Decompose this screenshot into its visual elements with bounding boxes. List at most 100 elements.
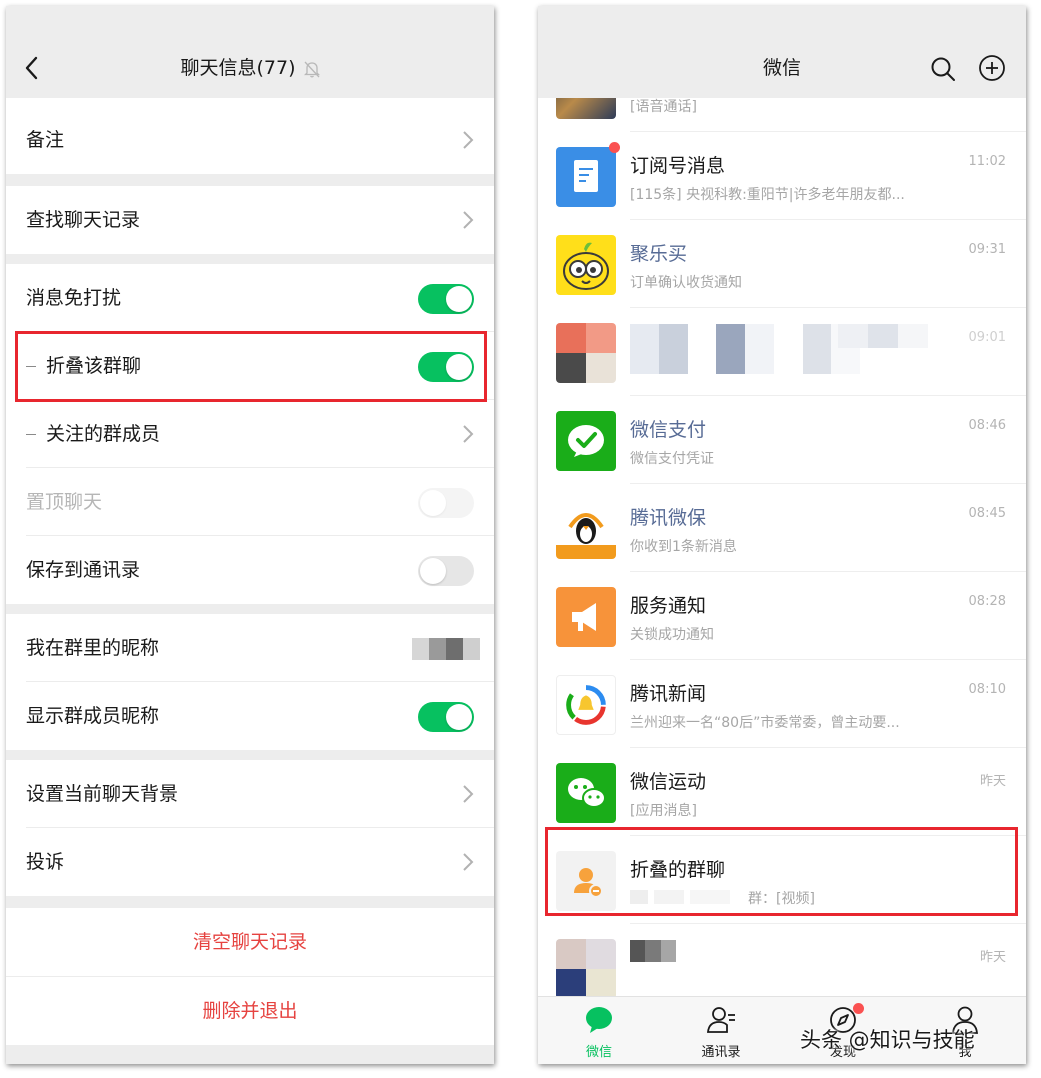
chat-settings-card: 消息免打扰 折叠该群聊 关注的群成员 置顶聊天 保存到通讯录 xyxy=(6,264,494,604)
blurred-name xyxy=(838,324,928,348)
chat-name: 腾讯新闻 xyxy=(630,683,707,705)
row-remark[interactable]: 备注 xyxy=(6,106,494,174)
chevron-right-icon xyxy=(463,211,474,229)
row-label: 投诉 xyxy=(26,851,65,873)
chat-preview: [语音通话] xyxy=(630,99,697,115)
chat-name: 服务通知 xyxy=(630,595,707,617)
chat-item-service-notice[interactable]: 服务通知 关锁成功通知 08:28 xyxy=(538,572,1026,660)
avatar xyxy=(556,98,616,119)
add-circle-icon[interactable] xyxy=(978,54,1006,82)
subscription-icon xyxy=(556,147,616,207)
delete-and-exit-button[interactable]: 删除并退出 xyxy=(6,977,494,1045)
chat-name: 订阅号消息 xyxy=(630,155,726,177)
chat-time: 08:28 xyxy=(968,594,1006,609)
page-title-text: 聊天信息(77) xyxy=(180,57,296,79)
watermark-text: 头条 @知识与技能 xyxy=(800,1028,975,1052)
chat-bubble-icon xyxy=(586,1007,612,1033)
mute-bell-icon xyxy=(303,61,320,77)
row-mute-notifications: 消息免打扰 xyxy=(6,264,494,332)
show-nicknames-toggle[interactable] xyxy=(418,702,474,732)
page-title: 聊天信息(77) xyxy=(6,54,494,82)
chevron-right-icon xyxy=(463,853,474,871)
chevron-right-icon xyxy=(463,131,474,149)
chat-time: 09:31 xyxy=(968,242,1006,257)
row-chat-background[interactable]: 设置当前聊天背景 xyxy=(6,760,494,828)
background-complaint-card: 设置当前聊天背景 投诉 xyxy=(6,760,494,896)
weibao-logo xyxy=(556,499,616,559)
highlight-box-fold-group xyxy=(15,331,487,402)
row-label: 我在群里的昵称 xyxy=(26,637,160,659)
chat-preview: 订单确认收货通知 xyxy=(630,275,742,291)
chat-preview: 关锁成功通知 xyxy=(630,627,714,643)
row-search-history[interactable]: 查找聊天记录 xyxy=(6,186,494,254)
chat-name: 聚乐买 xyxy=(630,243,688,265)
chat-name: 微信支付 xyxy=(630,419,707,441)
chat-time: 昨天 xyxy=(979,950,1006,965)
remark-card: 备注 xyxy=(6,98,494,174)
group-chat-info-screen: 聊天信息(77) 备注 查找聊天记录 消息免打扰 折叠该群聊 关注的群成员 置顶… xyxy=(6,6,494,1064)
chat-preview: 你收到1条新消息 xyxy=(630,539,737,555)
blurred-avatar xyxy=(556,323,616,383)
chat-item-wechat-pay[interactable]: 微信支付 微信支付凭证 08:46 xyxy=(538,396,1026,484)
indent-dash xyxy=(26,434,36,435)
discover-dot xyxy=(853,1003,864,1014)
chat-item-wechat-sport[interactable]: 微信运动 [应用消息] 昨天 xyxy=(538,748,1026,836)
tencent-news-logo xyxy=(556,675,616,735)
megaphone-icon xyxy=(556,587,616,647)
chat-time: 08:45 xyxy=(968,506,1006,521)
wechat-sport-icon xyxy=(556,763,616,823)
clear-history-button[interactable]: 清空聊天记录 xyxy=(6,908,494,976)
mute-toggle[interactable] xyxy=(418,284,474,314)
row-label: 显示群成员昵称 xyxy=(26,705,160,727)
row-followed-members[interactable]: 关注的群成员 xyxy=(6,400,494,468)
search-icon[interactable] xyxy=(930,56,956,82)
chat-item-blurred-bottom[interactable]: 昨天 xyxy=(538,924,1026,996)
chat-preview: [应用消息] xyxy=(630,803,697,819)
chat-preview: 微信支付凭证 xyxy=(630,451,714,467)
row-label: 查找聊天记录 xyxy=(26,209,141,231)
row-my-nickname[interactable]: 我在群里的昵称 xyxy=(6,614,494,682)
row-save-to-contacts: 保存到通讯录 xyxy=(6,536,494,604)
julemai-logo xyxy=(556,235,616,295)
chat-preview: 兰州迎来一名“80后”市委常委，曾主动要... xyxy=(630,715,900,731)
row-label: 备注 xyxy=(26,129,65,151)
blurred-name xyxy=(630,940,676,962)
chat-time: 09:01 xyxy=(968,330,1006,345)
tab-chats[interactable]: 微信 xyxy=(538,997,660,1064)
chat-name: 微信运动 xyxy=(630,771,707,793)
chat-item-tencent-news[interactable]: 腾讯新闻 兰州迎来一名“80后”市委常委，曾主动要... 08:10 xyxy=(538,660,1026,748)
blurred-name xyxy=(630,324,860,374)
row-label: 关注的群成员 xyxy=(46,423,161,445)
row-label: 消息免打扰 xyxy=(26,287,122,309)
contacts-icon xyxy=(707,1007,735,1033)
pin-chat-toggle xyxy=(418,488,474,518)
row-pin-chat: 置顶聊天 xyxy=(6,468,494,536)
row-label: 置顶聊天 xyxy=(26,491,103,513)
highlight-box-folded-groups xyxy=(545,827,1018,916)
chevron-right-icon xyxy=(463,425,474,443)
blurred-avatar xyxy=(556,939,616,996)
tab-label: 微信 xyxy=(585,1045,612,1060)
chat-time: 11:02 xyxy=(968,154,1006,169)
unread-dot xyxy=(609,142,620,153)
row-complaint[interactable]: 投诉 xyxy=(6,828,494,896)
search-history-card: 查找聊天记录 xyxy=(6,186,494,254)
chat-item-julemai[interactable]: 聚乐买 订单确认收货通知 09:31 xyxy=(538,220,1026,308)
row-label: 设置当前聊天背景 xyxy=(26,783,179,805)
chat-time: 08:46 xyxy=(968,418,1006,433)
tab-contacts[interactable]: 通讯录 xyxy=(660,997,782,1064)
row-label: 保存到通讯录 xyxy=(26,559,141,581)
chat-time: 08:10 xyxy=(968,682,1006,697)
chat-item-blurred[interactable]: 09:01 xyxy=(538,308,1026,396)
row-show-member-nicknames: 显示群成员昵称 xyxy=(6,682,494,750)
save-to-contacts-toggle[interactable] xyxy=(418,556,474,586)
chevron-right-icon xyxy=(463,785,474,803)
chat-name: 腾讯微保 xyxy=(630,507,707,529)
blurred-nickname xyxy=(412,638,480,660)
chat-preview: [115条] 央视科教:重阳节|许多老年朋友都... xyxy=(630,187,905,203)
chat-item-subscriptions[interactable]: 订阅号消息 [115条] 央视科教:重阳节|许多老年朋友都... 11:02 xyxy=(538,132,1026,220)
tab-label: 通讯录 xyxy=(701,1045,741,1060)
chat-item-weibao[interactable]: 腾讯微保 你收到1条新消息 08:45 xyxy=(538,484,1026,572)
chat-item-partial[interactable]: [语音通话] xyxy=(538,98,1026,132)
wechat-pay-icon xyxy=(556,411,616,471)
